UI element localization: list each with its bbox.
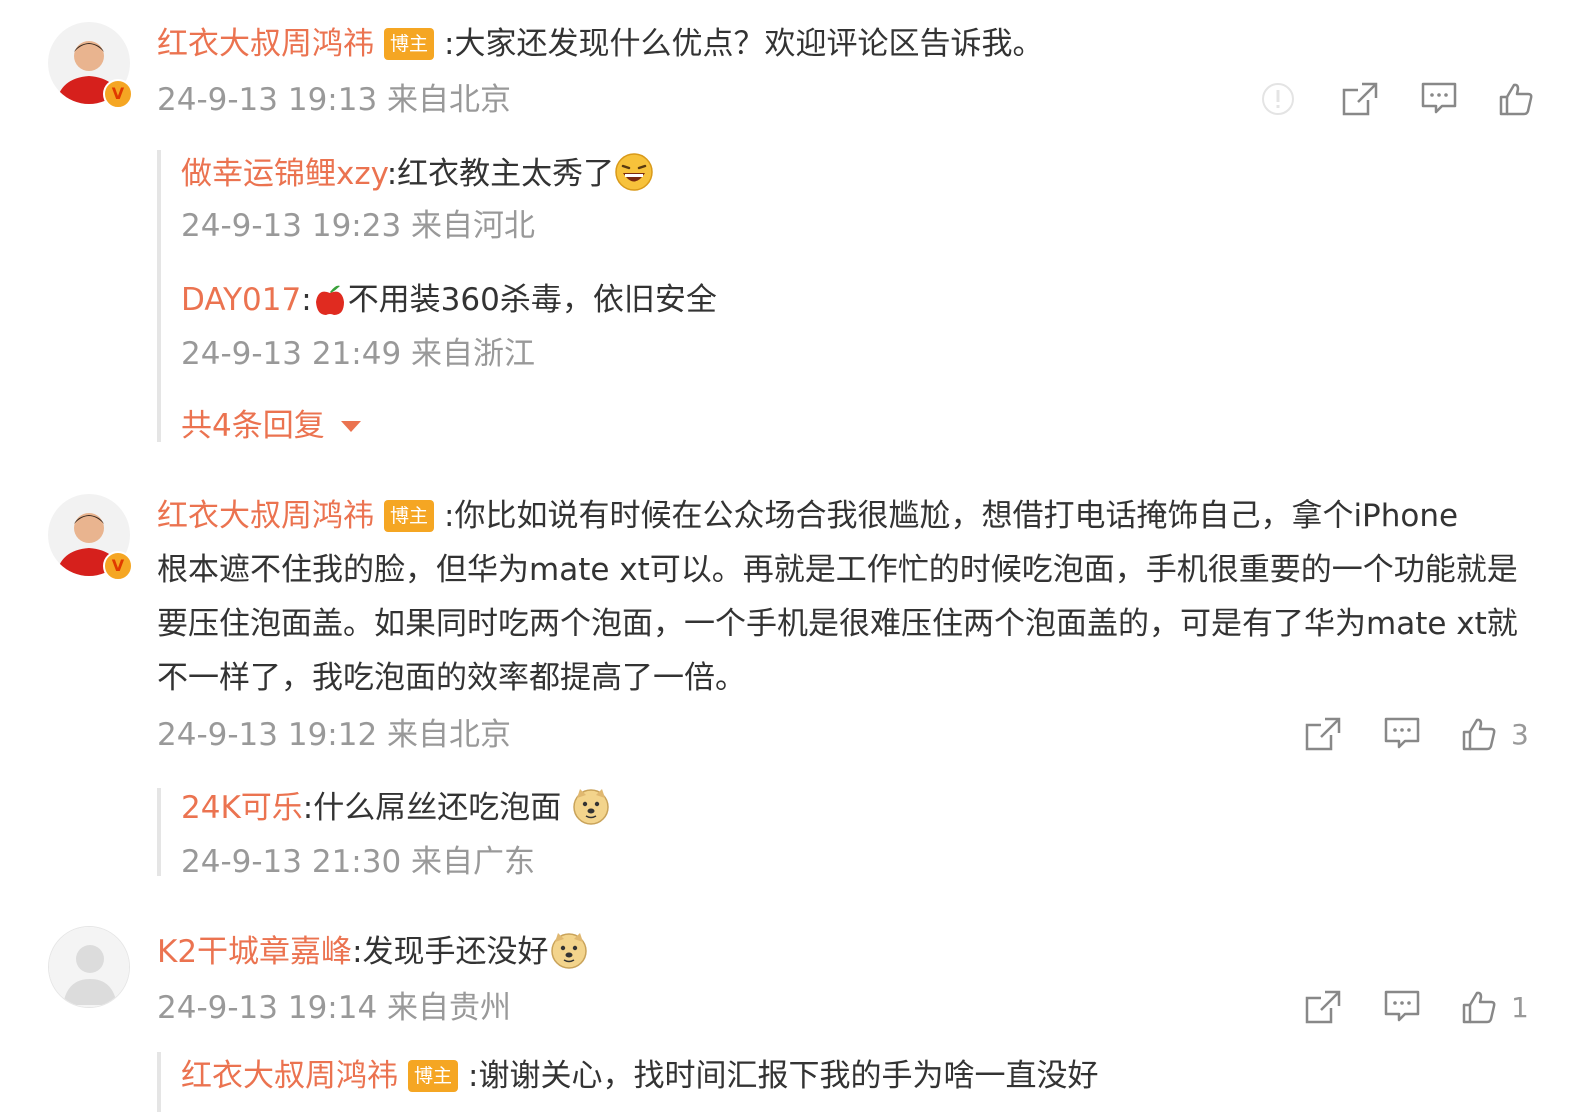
share-icon[interactable] (1340, 80, 1380, 118)
reply-text: 不用装360杀毒，依旧安全 (347, 282, 717, 318)
reply-meta: 24-9-13 19:23 来自河北 (181, 208, 536, 244)
apple-emoji-icon (312, 282, 348, 328)
report-icon[interactable] (1260, 81, 1296, 117)
reply-username-link[interactable]: 红衣大叔周鸿祎 (181, 1058, 398, 1094)
reply-username-link[interactable]: 做幸运锦鲤xzy (181, 156, 387, 192)
comment-header: K2干城章嘉峰:发现手还没好 (157, 930, 589, 980)
comment-actions (1260, 80, 1534, 118)
reply-meta: 24-9-13 21:30 来自广东 (181, 844, 536, 880)
comment-icon[interactable] (1383, 988, 1421, 1026)
reply-content: 做幸运锦鲤xzy:红衣教主太秀了 (181, 152, 654, 202)
comment-meta: 24-9-13 19:14 来自贵州 (157, 990, 512, 1026)
share-icon[interactable] (1303, 988, 1343, 1026)
like-icon (1461, 716, 1497, 752)
more-replies-link[interactable]: 共4条回复 (181, 406, 361, 446)
reply-text: :红衣教主太秀了 (386, 156, 615, 192)
reply-list: 24K可乐:什么屌丝还吃泡面 24-9-13 21:30 来自广东 (157, 786, 1461, 880)
comment-actions: 3 (1303, 715, 1529, 753)
avatar[interactable] (48, 926, 130, 1008)
doge-emoji-icon (571, 786, 611, 836)
comment-icon[interactable] (1420, 80, 1458, 118)
reply-text-prefix: : (301, 282, 312, 318)
comment-header: 红衣大叔周鸿祎 博主 :大家还发现什么优点？欢迎评论区告诉我。 (157, 24, 1043, 64)
comment-header: 红衣大叔周鸿祎 博主 :你比如说有时候在公众场合我很尴尬，想借打电话掩饰自己，拿个i… (157, 496, 1458, 536)
like-button[interactable]: 3 (1461, 716, 1529, 752)
comment-text-line1: :你比如说有时候在公众场合我很尴尬，想借打电话掩饰自己，拿个iPhone (444, 498, 1459, 534)
like-icon[interactable] (1498, 81, 1534, 117)
author-badge: 博主 (408, 1060, 458, 1092)
comment-meta: 24-9-13 19:13 来自北京 (157, 82, 512, 118)
comment-meta: 24-9-13 19:12 来自北京 (157, 717, 512, 753)
doge-emoji-icon (549, 930, 589, 980)
like-button[interactable]: 1 (1461, 989, 1529, 1025)
reply-text: :什么屌丝还吃泡面 (302, 790, 572, 826)
username-link[interactable]: 红衣大叔周鸿祎 (157, 498, 374, 534)
share-icon[interactable] (1303, 715, 1343, 753)
username-link[interactable]: K2干城章嘉峰 (157, 934, 352, 970)
reply-list: 做幸运锦鲤xzy:红衣教主太秀了 24-9-13 19:23 来自河北 DAY0… (157, 150, 1461, 444)
comment-text: :发现手还没好 (352, 934, 549, 970)
laughing-emoji-icon (614, 152, 654, 202)
like-icon (1461, 989, 1497, 1025)
like-count: 3 (1511, 717, 1529, 751)
reply-content: 24K可乐:什么屌丝还吃泡面 (181, 786, 611, 836)
reply-meta: 24-9-13 21:49 来自浙江 (181, 336, 536, 372)
reply-list: 红衣大叔周鸿祎 博主 :谢谢关心，找时间汇报下我的手为啥一直没好 (157, 1052, 1461, 1112)
comment-text-body: 根本遮不住我的脸，但华为mate xt可以。再就是工作忙的时候吃泡面，手机很重要… (157, 552, 1518, 696)
author-badge: 博主 (384, 28, 434, 60)
verified-badge-icon: V (103, 551, 133, 581)
author-badge: 博主 (384, 500, 434, 532)
reply-username-link[interactable]: 24K可乐 (181, 790, 303, 826)
verified-badge-icon: V (103, 79, 133, 109)
comment-actions: 1 (1303, 988, 1529, 1026)
like-count: 1 (1511, 990, 1529, 1024)
reply-text: :谢谢关心，找时间汇报下我的手为啥一直没好 (468, 1058, 1099, 1094)
comment-text: :大家还发现什么优点？欢迎评论区告诉我。 (444, 26, 1044, 62)
more-replies-label[interactable]: 共4条回复 (181, 408, 325, 444)
reply-username-link[interactable]: DAY017 (181, 282, 301, 318)
reply-content: 红衣大叔周鸿祎 博主 :谢谢关心，找时间汇报下我的手为啥一直没好 (181, 1056, 1098, 1096)
reply-content: DAY017: 不用装360杀毒，依旧安全 (181, 280, 717, 328)
username-link[interactable]: 红衣大叔周鸿祎 (157, 26, 374, 62)
comment-icon[interactable] (1383, 715, 1421, 753)
caret-down-icon (340, 421, 361, 432)
